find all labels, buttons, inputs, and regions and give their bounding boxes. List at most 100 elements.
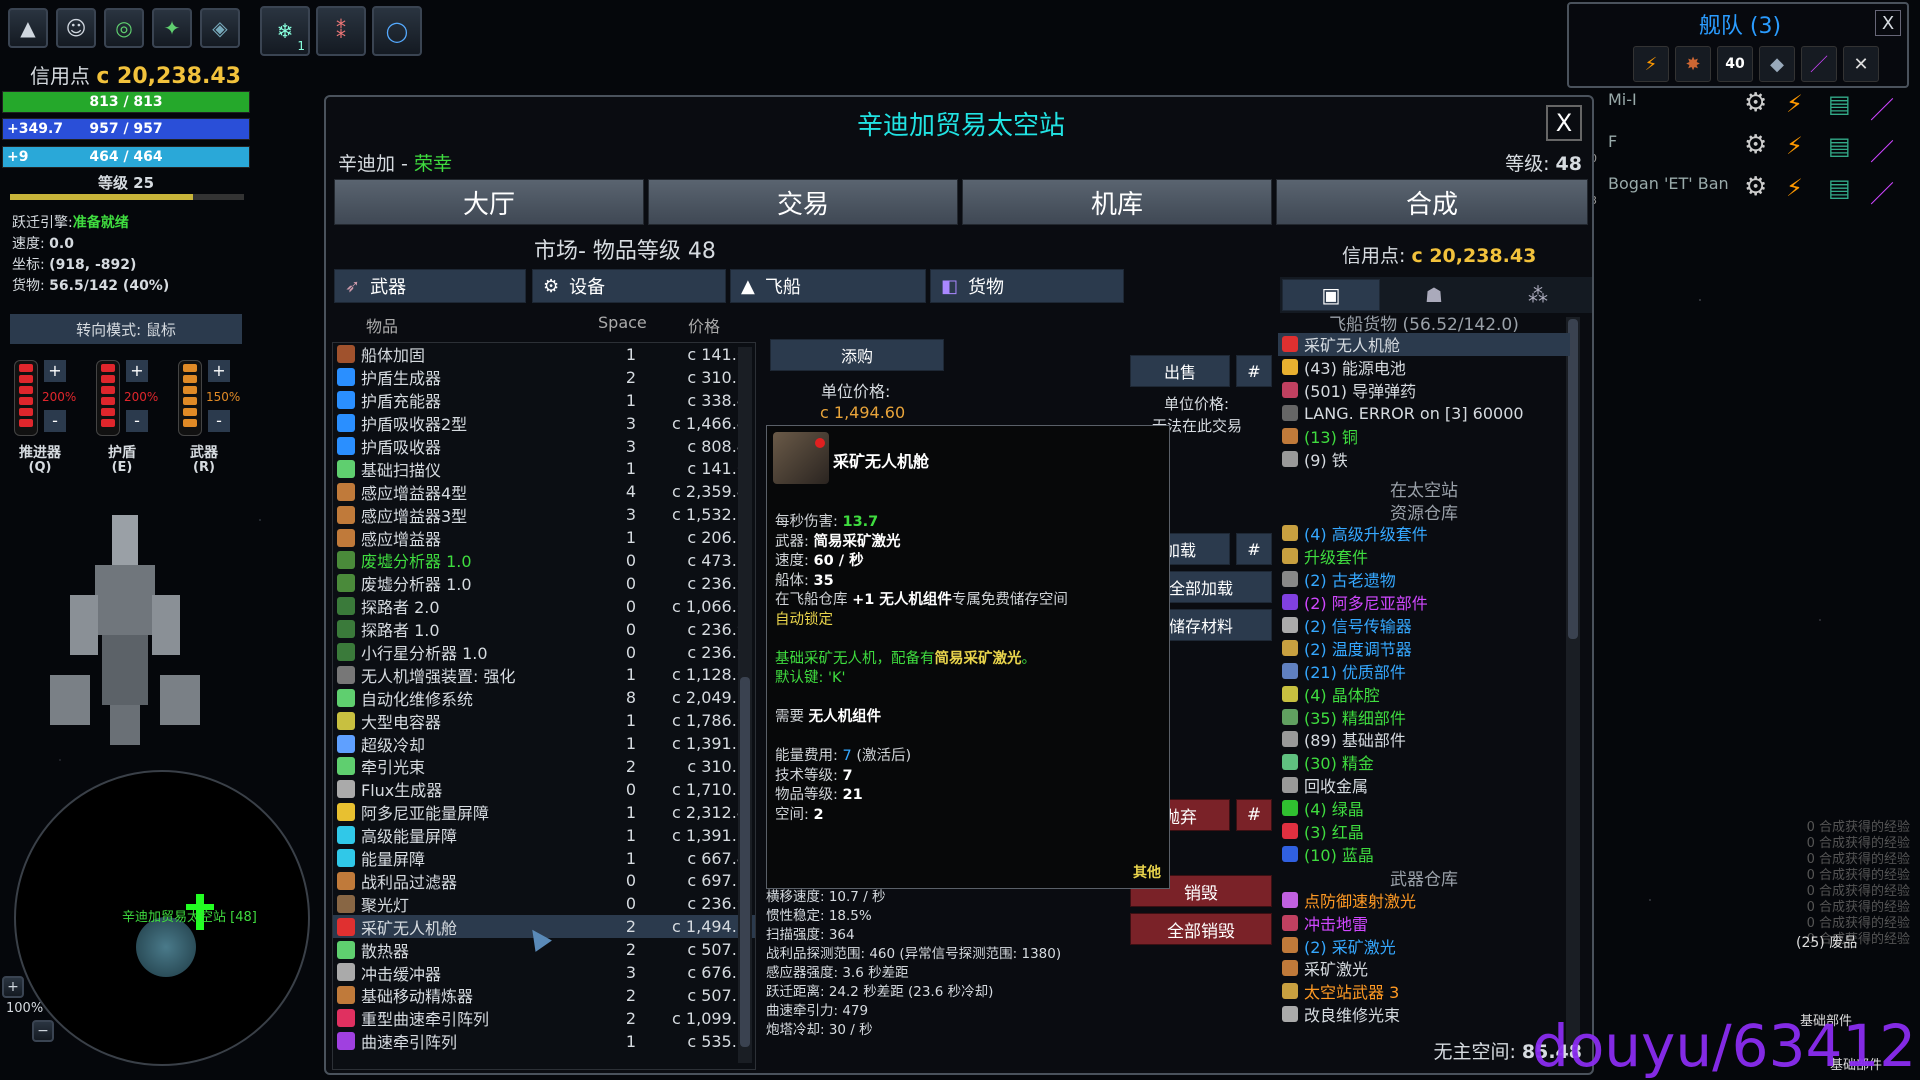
market-row[interactable]: 曲速牵引阵列 1 c 535.8 [333,1030,755,1053]
market-row[interactable]: 基础移动精炼器 2 c 507.6 [333,984,755,1007]
fleet-slot-shield-icon[interactable]: ◆ [1759,46,1795,82]
market-row[interactable]: 无人机增强装置: 强化 1 c 1,128.0 [333,663,755,686]
market-row[interactable]: 牵引光束 2 c 310.2 [333,755,755,778]
fleet-member-gear-icon[interactable]: ⚙ [1744,88,1780,124]
market-row[interactable]: 超级冷却 1 c 1,391.2 [333,732,755,755]
market-row[interactable]: 废墟分析器 1.0 0 c 236.9 [333,572,755,595]
market-row[interactable]: Flux生成器 0 c 1,710.8 [333,778,755,801]
fleet-slot-2-icon[interactable]: ✸ [1675,46,1711,82]
inventory-tab-cargo-icon[interactable]: ▣ [1282,279,1380,311]
inventory-item[interactable]: 回收金属 [1278,774,1570,797]
station-close-button[interactable]: X [1546,105,1582,141]
market-row[interactable]: 护盾生成器 2 c 310.2 [333,366,755,389]
inventory-item[interactable]: 太空站武器 3 [1278,980,1570,1003]
inventory-item[interactable]: (2) 采矿激光 [1278,934,1570,957]
fleet-member[interactable]: 0F⚙⚡▤／ [1590,130,1912,170]
inventory-tab-crew-icon[interactable]: ☗ [1384,279,1484,311]
market-row[interactable]: 基础扫描仪 1 c 141.0 [333,457,755,480]
market-scrollbar-thumb[interactable] [740,677,750,1047]
market-row[interactable]: 废墟分析器 1.0 0 c 473.8 [333,549,755,572]
destroy-all-button[interactable]: 全部销毁 [1130,913,1272,945]
market-row[interactable]: 感应增益器3型 3 c 1,532.2 [333,503,755,526]
inventory-item[interactable]: (2) 信号传输器 [1278,614,1570,637]
inventory-item[interactable]: (43) 能源电池 [1278,356,1570,379]
fleet-close-button[interactable]: X [1875,10,1901,36]
power-gauge[interactable] [14,360,38,436]
inventory-item[interactable]: (4) 晶体腔 [1278,682,1570,705]
power-increase-button[interactable]: + [126,360,148,382]
load-quantity-button[interactable]: # [1236,533,1272,565]
market-row[interactable]: 感应增益器4型 4 c 2,359.4 [333,480,755,503]
starmap-icon[interactable]: ✦ [152,8,192,48]
tab-crafting[interactable]: 合成 [1276,179,1588,225]
market-row[interactable]: 重型曲速牵引阵列 2 c 1,099.8 [333,1007,755,1030]
fleet-member-laser-icon[interactable]: ／ [1870,90,1894,125]
tab-lobby[interactable]: 大厅 [334,179,644,225]
market-row[interactable]: 聚光灯 0 c 236.9 [333,892,755,915]
steer-mode-button[interactable]: 转向模式: 鼠标 [10,314,242,344]
sell-button[interactable]: 出售 [1130,355,1230,387]
market-row[interactable]: 护盾充能器 1 c 338.4 [333,389,755,412]
power-gauge[interactable] [96,360,120,436]
ability-crystal-icon[interactable]: ❄ 1 [260,6,310,56]
fleet-member-module-icon[interactable]: ▤ [1828,90,1851,118]
fleet-member-module-icon[interactable]: ▤ [1828,174,1851,202]
radar-icon[interactable]: ◎ [104,8,144,48]
market-row[interactable]: 大型电容器 1 c 1,786.0 [333,709,755,732]
inventory-item[interactable]: (10) 蓝晶 [1278,842,1570,865]
ability-ring-icon[interactable]: ◯ [372,6,422,56]
market-row[interactable]: 护盾吸收器2型 3 c 1,466.4 [333,412,755,435]
fleet-repair-icon[interactable]: ✕ [1843,46,1879,82]
inventory-item[interactable]: (89) 基础部件 [1278,728,1570,751]
inventory-tab-fleet-icon[interactable]: ⁂ [1488,279,1588,311]
power-decrease-button[interactable]: - [208,410,230,432]
inventory-item[interactable]: (35) 精细部件 [1278,705,1570,728]
ship-icon[interactable]: ▲ [8,8,48,48]
inventory-item[interactable]: (3) 红晶 [1278,820,1570,843]
inventory-item[interactable]: LANG. ERROR on [3] 60000 [1278,402,1570,425]
power-increase-button[interactable]: + [208,360,230,382]
market-row[interactable]: 能量屏障 1 c 667.4 [333,847,755,870]
inventory-item[interactable]: (501) 导弹弹药 [1278,379,1570,402]
power-decrease-button[interactable]: - [126,410,148,432]
inventory-item[interactable]: 冲击地雷 [1278,911,1570,934]
market-row[interactable]: 自动化维修系统 8 c 2,049.2 [333,686,755,709]
market-item-list[interactable]: 船体加固 1 c 141.0 护盾生成器 2 c 310.2 护盾充能器 1 c 338.4 护盾… [332,342,756,1070]
inventory-item[interactable]: 点防御速射激光 [1278,888,1570,911]
inventory-list[interactable]: 飞船货物 (56.52/142.0) 采矿无人机舱 (43) 能源电池 (501) 导… [1278,310,1570,1025]
minimap[interactable]: 辛迪加贸易太空站 [48] [14,770,310,1066]
power-gauge[interactable] [178,360,202,436]
fleet-slot-number[interactable]: 40 [1717,46,1753,82]
fleet-member-weapon-icon[interactable]: ⚡ [1786,132,1803,160]
market-row[interactable]: 战利品过滤器 0 c 697.5 [333,869,755,892]
inventory-item[interactable]: 升级套件 [1278,545,1570,568]
zoom-out-button[interactable]: − [32,1020,54,1042]
fleet-member-laser-icon[interactable]: ／ [1870,132,1894,167]
inventory-item[interactable]: (13) 铜 [1278,424,1570,447]
inventory-item[interactable]: (2) 古老遗物 [1278,568,1570,591]
fleet-member-gear-icon[interactable]: ⚙ [1744,172,1780,208]
fleet-member-laser-icon[interactable]: ／ [1870,174,1894,209]
market-row[interactable]: 探路者 2.0 0 c 1,066.0 [333,595,755,618]
fleet-slot-1-icon[interactable]: ⚡ [1633,46,1669,82]
ability-missile-icon[interactable]: ⁑ [316,6,366,56]
discard-quantity-button[interactable]: # [1236,799,1272,831]
inventory-item[interactable]: (2) 阿多尼亚部件 [1278,591,1570,614]
market-row[interactable]: 冲击缓冲器 3 c 676.8 [333,961,755,984]
market-row[interactable]: 感应增益器 1 c 206.8 [333,526,755,549]
tab-hangar[interactable]: 机库 [962,179,1272,225]
fleet-member-weapon-icon[interactable]: ⚡ [1786,90,1803,118]
market-row[interactable]: 小行星分析器 1.0 0 c 236.9 [333,641,755,664]
market-row[interactable]: 阿多尼亚能量屏障 1 c 2,312.4 [333,801,755,824]
inventory-item[interactable]: (4) 绿晶 [1278,797,1570,820]
fleet-member[interactable]: Mi-I ⚙ ⚡ ▤ ／ [1592,88,1912,128]
buy-button[interactable]: 添购 [770,339,944,371]
market-row[interactable]: 探路者 1.0 0 c 236.9 [333,618,755,641]
category-cargo[interactable]: ◧ 货物 [930,269,1124,303]
inventory-item[interactable]: (21) 优质部件 [1278,659,1570,682]
fleet-member-module-icon[interactable]: ▤ [1828,132,1851,160]
category-weapons[interactable]: ➶ 武器 [334,269,526,303]
power-increase-button[interactable]: + [44,360,66,382]
inventory-item[interactable]: 采矿激光 [1278,957,1570,980]
power-decrease-button[interactable]: - [44,410,66,432]
